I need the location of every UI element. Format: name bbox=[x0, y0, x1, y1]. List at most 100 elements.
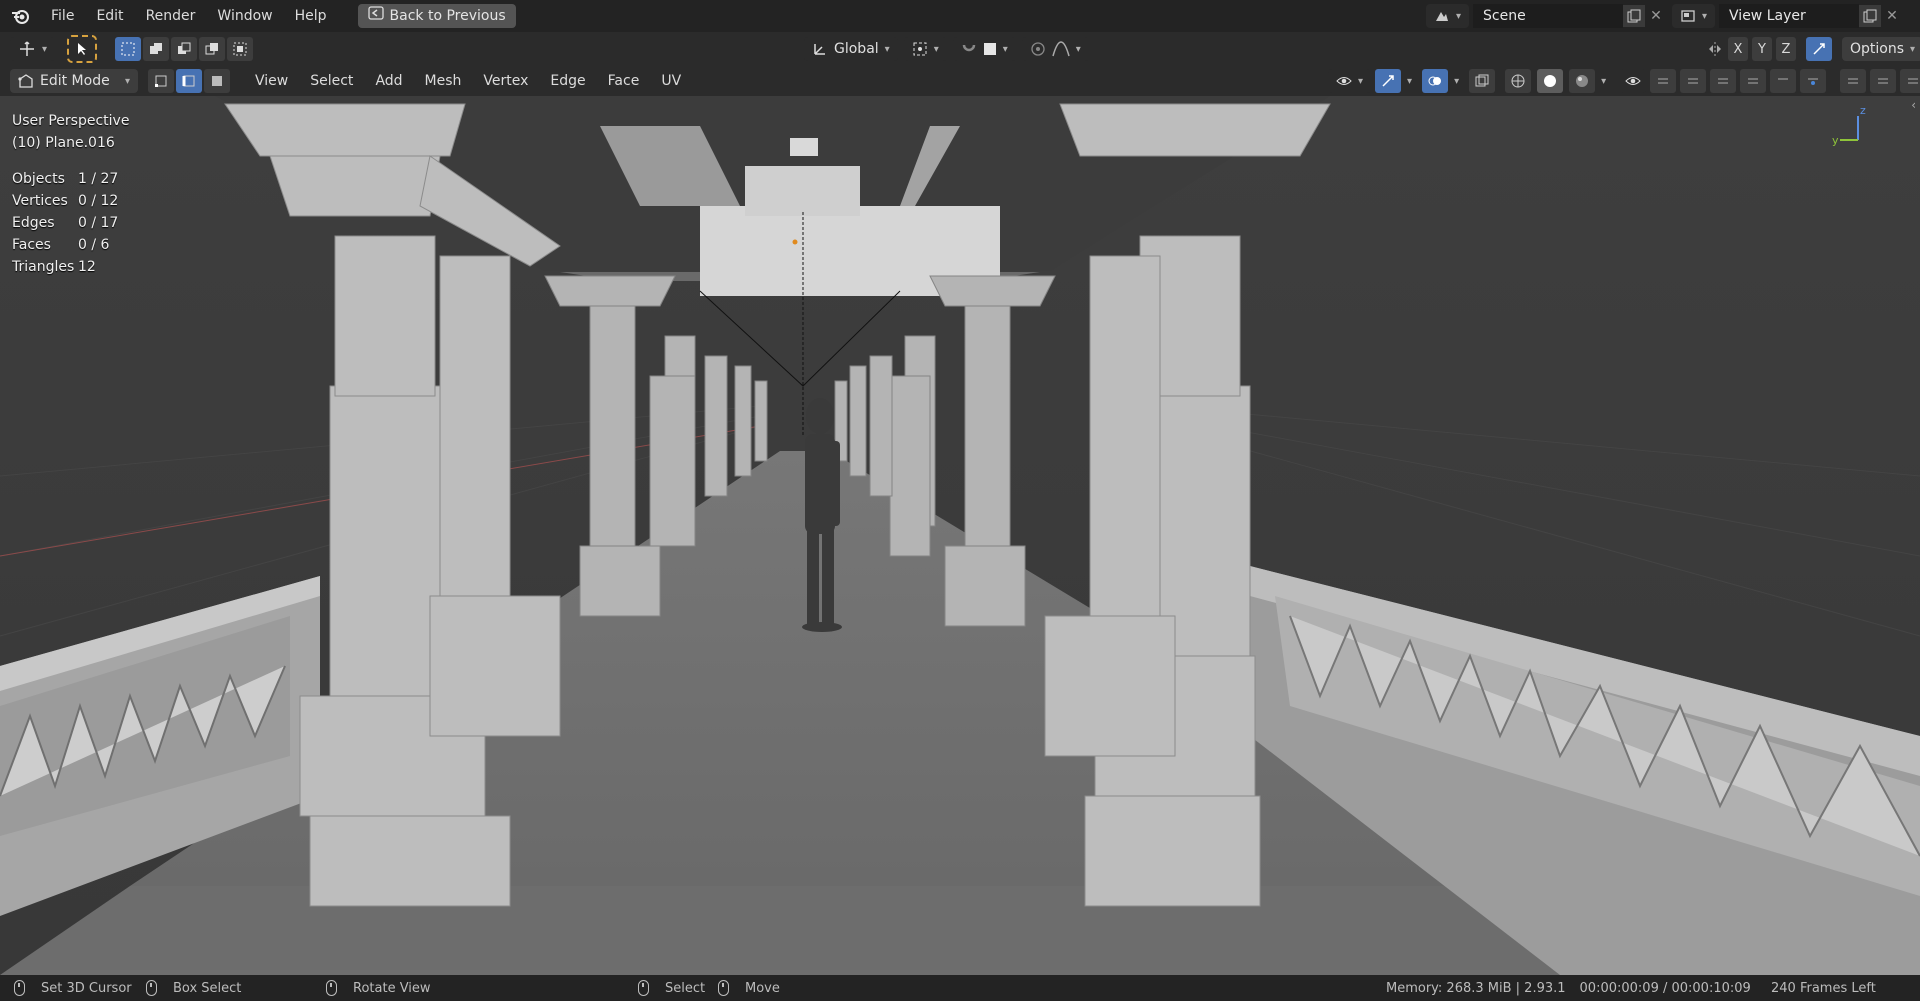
remove-scene-icon[interactable]: ✕ bbox=[1645, 5, 1667, 27]
mirror-y-toggle[interactable]: Y bbox=[1752, 37, 1772, 61]
stat-label: Triangles bbox=[12, 259, 75, 275]
view-layer-name-field[interactable]: View Layer bbox=[1719, 4, 1860, 28]
menu-file[interactable]: File bbox=[40, 3, 85, 29]
status-frames-left: 240 Frames Left bbox=[1771, 975, 1876, 1001]
remove-view-layer-icon[interactable]: ✕ bbox=[1881, 5, 1903, 27]
select-extend-icon[interactable] bbox=[143, 37, 170, 61]
overlay-option-9-icon[interactable] bbox=[1900, 69, 1920, 93]
sidebar-expand-icon[interactable]: ‹ bbox=[1911, 98, 1916, 112]
wireframe-shading-icon[interactable] bbox=[1505, 69, 1532, 93]
header-menus: View Select Add Mesh Vertex Edge Face UV bbox=[244, 68, 692, 94]
stat-label: Edges bbox=[12, 215, 55, 231]
transform-pivot-dropdown[interactable]: ▾ bbox=[10, 37, 56, 61]
active-object-label: (10) Plane.016 bbox=[12, 135, 115, 151]
menu-edit[interactable]: Edit bbox=[85, 3, 134, 29]
header-menu-vertex[interactable]: Vertex bbox=[472, 68, 539, 94]
status-set-cursor-label: Set 3D Cursor bbox=[41, 980, 132, 996]
select-invert-icon[interactable] bbox=[199, 37, 226, 61]
scene-name-field[interactable]: Scene bbox=[1473, 4, 1624, 28]
edit-mode-label: Edit Mode bbox=[40, 73, 110, 89]
view-layer-icon bbox=[1681, 10, 1695, 22]
header-menu-edge[interactable]: Edge bbox=[539, 68, 596, 94]
scene-selector: ▾ Scene ✕ bbox=[1426, 4, 1667, 28]
mirror-z-toggle[interactable]: Z bbox=[1776, 37, 1796, 61]
gizmo-z-label: z bbox=[1860, 104, 1866, 117]
header-menu-face[interactable]: Face bbox=[597, 68, 651, 94]
auto-merge-icon[interactable] bbox=[1806, 37, 1832, 61]
3d-viewport[interactable]: User Perspective (10) Plane.016 Objects 1… bbox=[0, 96, 1920, 975]
pivot-point-dropdown[interactable]: ▾ bbox=[903, 37, 947, 61]
snap-dropdown[interactable]: ▾ bbox=[952, 37, 1016, 61]
transform-orientation-dropdown[interactable]: Global ▾ bbox=[804, 37, 898, 61]
orientation-value: Global bbox=[834, 41, 879, 57]
solid-shading-icon[interactable] bbox=[1537, 69, 1564, 93]
new-view-layer-icon[interactable] bbox=[1859, 5, 1882, 27]
eye-icon bbox=[1336, 77, 1352, 85]
stat-faces: Faces 0 / 6 bbox=[12, 234, 129, 256]
gizmo-toggle-icon[interactable] bbox=[1375, 69, 1402, 93]
blender-logo-icon[interactable] bbox=[10, 5, 32, 27]
select-intersect-icon[interactable] bbox=[227, 37, 254, 61]
stat-value: 0 / 17 bbox=[78, 215, 119, 231]
overlay-option-1-icon[interactable] bbox=[1650, 69, 1676, 93]
overlay-option-8-icon[interactable] bbox=[1870, 69, 1896, 93]
snap-magnet-icon bbox=[962, 44, 975, 52]
overlay-option-6-icon[interactable] bbox=[1800, 69, 1826, 93]
view-layer-selector: ▾ View Layer ✕ bbox=[1672, 4, 1903, 28]
scene-browse-dropdown[interactable]: ▾ bbox=[1426, 4, 1470, 28]
proportional-editing-dropdown[interactable]: ▾ bbox=[1021, 37, 1089, 61]
vertex-select-mode-icon[interactable] bbox=[148, 69, 174, 93]
back-icon bbox=[367, 4, 384, 28]
stat-value: 1 / 27 bbox=[78, 171, 119, 187]
overlays-toggle-icon[interactable] bbox=[1422, 69, 1449, 93]
gizmo-dropdown-caret[interactable]: ▾ bbox=[1407, 76, 1412, 87]
options-dropdown[interactable]: Options ▾ bbox=[1842, 37, 1920, 61]
stat-edges: Edges 0 / 17 bbox=[12, 212, 129, 234]
overlay-option-7-icon[interactable] bbox=[1840, 69, 1866, 93]
mirror-axis-group: X Y Z Options ▾ bbox=[1704, 37, 1920, 61]
overlays-dropdown-caret[interactable]: ▾ bbox=[1454, 76, 1459, 87]
mouse-drag-icon bbox=[146, 980, 157, 996]
menu-help[interactable]: Help bbox=[284, 3, 338, 29]
overlay-option-2-icon[interactable] bbox=[1680, 69, 1706, 93]
perspective-label: User Perspective bbox=[12, 113, 130, 129]
back-to-previous-button[interactable]: Back to Previous bbox=[357, 4, 516, 28]
pivot-icon bbox=[913, 42, 927, 56]
edit-mode-dropdown[interactable]: Edit Mode ▾ bbox=[10, 69, 138, 93]
header-menu-add[interactable]: Add bbox=[364, 68, 413, 94]
status-box-select-label: Box Select bbox=[173, 980, 242, 996]
status-bar: Set 3D Cursor Box Select Rotate View Sel… bbox=[0, 975, 1920, 1001]
mirror-icon bbox=[1704, 38, 1726, 60]
header-menu-view[interactable]: View bbox=[244, 68, 299, 94]
edit-mode-icon bbox=[18, 74, 33, 88]
snap-increment-icon bbox=[983, 43, 996, 55]
visibility-dropdown[interactable]: ▾ bbox=[1328, 69, 1372, 93]
new-scene-icon[interactable] bbox=[1623, 5, 1646, 27]
xray-toggle-icon[interactable] bbox=[1469, 69, 1496, 93]
stat-objects: Objects 1 / 27 bbox=[12, 168, 129, 190]
gizmo-y-label: y bbox=[1832, 134, 1839, 147]
face-select-mode-icon[interactable] bbox=[204, 69, 230, 93]
shading-dropdown-caret[interactable]: ▾ bbox=[1601, 76, 1606, 87]
view-layer-browse-dropdown[interactable]: ▾ bbox=[1672, 4, 1716, 28]
select-new-icon[interactable] bbox=[115, 37, 142, 61]
overlay-option-5-icon[interactable] bbox=[1770, 69, 1796, 93]
material-preview-icon[interactable] bbox=[1569, 69, 1596, 93]
header-menu-select[interactable]: Select bbox=[299, 68, 364, 94]
stat-label: Faces bbox=[12, 237, 51, 253]
select-subtract-icon[interactable] bbox=[171, 37, 198, 61]
menu-window[interactable]: Window bbox=[206, 3, 283, 29]
stat-value: 0 / 6 bbox=[78, 237, 110, 253]
mirror-x-toggle[interactable]: X bbox=[1728, 37, 1748, 61]
overlay-option-4-icon[interactable] bbox=[1740, 69, 1766, 93]
edge-select-mode-icon[interactable] bbox=[176, 69, 202, 93]
mesh-edit-visibility-icon[interactable] bbox=[1620, 69, 1646, 93]
overlay-option-3-icon[interactable] bbox=[1710, 69, 1736, 93]
header-menu-mesh[interactable]: Mesh bbox=[414, 68, 473, 94]
header-menu-uv[interactable]: UV bbox=[650, 68, 692, 94]
menu-render[interactable]: Render bbox=[135, 3, 207, 29]
active-tool-select-icon[interactable] bbox=[67, 35, 98, 63]
axis-gizmo[interactable]: z y bbox=[1828, 104, 1878, 150]
stat-label: Vertices bbox=[12, 193, 68, 209]
viewport-header: Edit Mode ▾ View Select Add Mesh Vertex … bbox=[0, 66, 1920, 96]
